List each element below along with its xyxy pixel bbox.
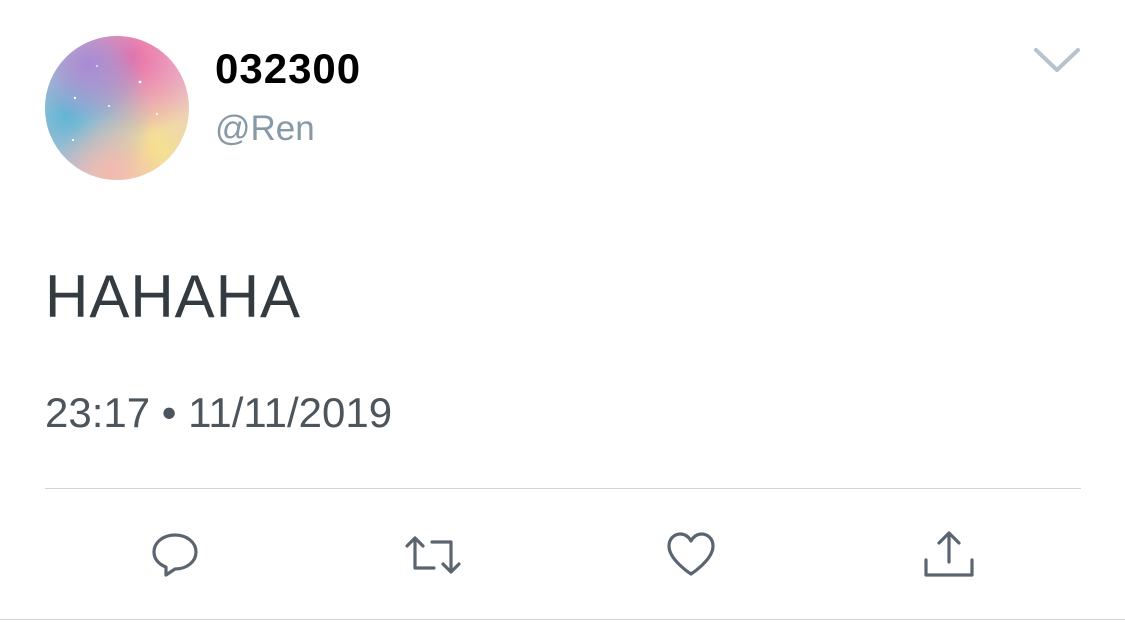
tweet-card: 032300 @Ren HAHAHA 23:17 • 11/11/2019 [0, 0, 1125, 622]
avatar[interactable] [45, 36, 189, 180]
share-button[interactable] [922, 528, 976, 582]
chevron-down-icon[interactable] [1030, 42, 1084, 78]
reply-button[interactable] [148, 528, 202, 582]
heart-icon [667, 532, 715, 576]
like-button[interactable] [664, 528, 718, 582]
retweet-button[interactable] [403, 528, 461, 582]
divider [45, 488, 1081, 489]
user-handle[interactable]: @Ren [215, 108, 315, 150]
tweet-text: HAHAHA [45, 263, 302, 330]
retweet-icon [405, 536, 461, 574]
display-name[interactable]: 032300 [215, 44, 361, 94]
reply-icon [152, 533, 198, 577]
share-icon [924, 531, 974, 577]
bottom-divider [0, 619, 1125, 620]
tweet-timestamp[interactable]: 23:17 • 11/11/2019 [45, 388, 392, 438]
